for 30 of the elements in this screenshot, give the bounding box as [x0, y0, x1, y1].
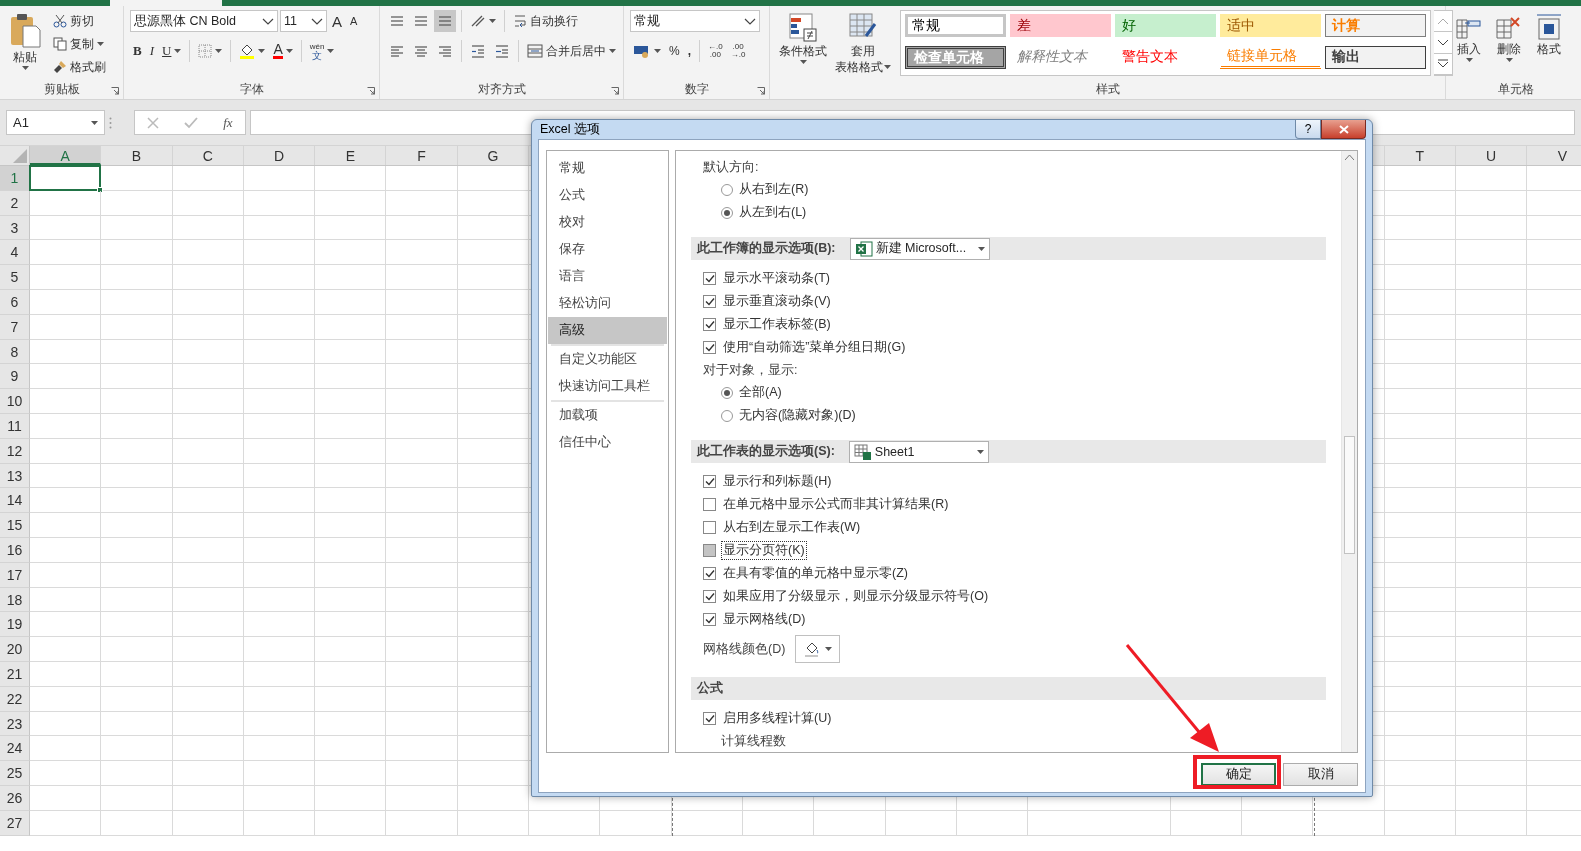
radio-label: 从左到右(L): [739, 204, 807, 221]
checkbox-label: 启用多线程计算(U): [722, 710, 833, 727]
radio-label: 无内容(隐藏对象)(D): [739, 407, 856, 424]
checkbox-label: 显示分页符(K): [722, 542, 806, 559]
section-title: 公式: [697, 680, 723, 697]
checkbox-label: 显示行和列标题(H): [722, 473, 833, 490]
checkbox-label: 显示工作表标签(B): [722, 316, 832, 333]
group-label: 单元格: [1496, 81, 1535, 98]
checkbox-label: 显示水平滚动条(T): [722, 270, 831, 287]
group-label: 剪贴板: [42, 81, 81, 98]
group-label: 样式: [1094, 81, 1121, 98]
section-title: 此工作簿的显示选项(B):: [697, 240, 836, 257]
option-label: 计算线程数: [720, 733, 787, 750]
radio-label: 全部(A): [739, 384, 782, 401]
checkbox-label: 在单元格中显示公式而非其计算结果(R): [722, 496, 950, 513]
option-label: 默认方向:: [702, 159, 760, 176]
option-label: 网格线颜色(D): [703, 640, 786, 658]
section-title: 此工作表的显示选项(S):: [697, 443, 835, 460]
group-label: 数字: [683, 81, 710, 98]
window-title: Excel 选项: [540, 121, 601, 138]
checkbox-label: 显示垂直滚动条(V): [722, 293, 832, 310]
group-label: 字体: [238, 81, 265, 98]
checkbox-label: 如果应用了分级显示，则显示分级显示符号(O): [722, 588, 990, 605]
radio-label: 从右到左(R): [739, 181, 809, 198]
checkbox-label: 在具有零值的单元格中显示零(Z): [722, 565, 909, 582]
group-label: 对齐方式: [476, 81, 527, 98]
option-label: 对于对象，显示:: [702, 362, 799, 379]
checkbox-label: 从右到左显示工作表(W): [722, 519, 862, 536]
checkbox-label: 显示网格线(D): [722, 611, 807, 628]
checkbox-label: 使用“自动筛选”菜单分组日期(G): [722, 339, 907, 356]
